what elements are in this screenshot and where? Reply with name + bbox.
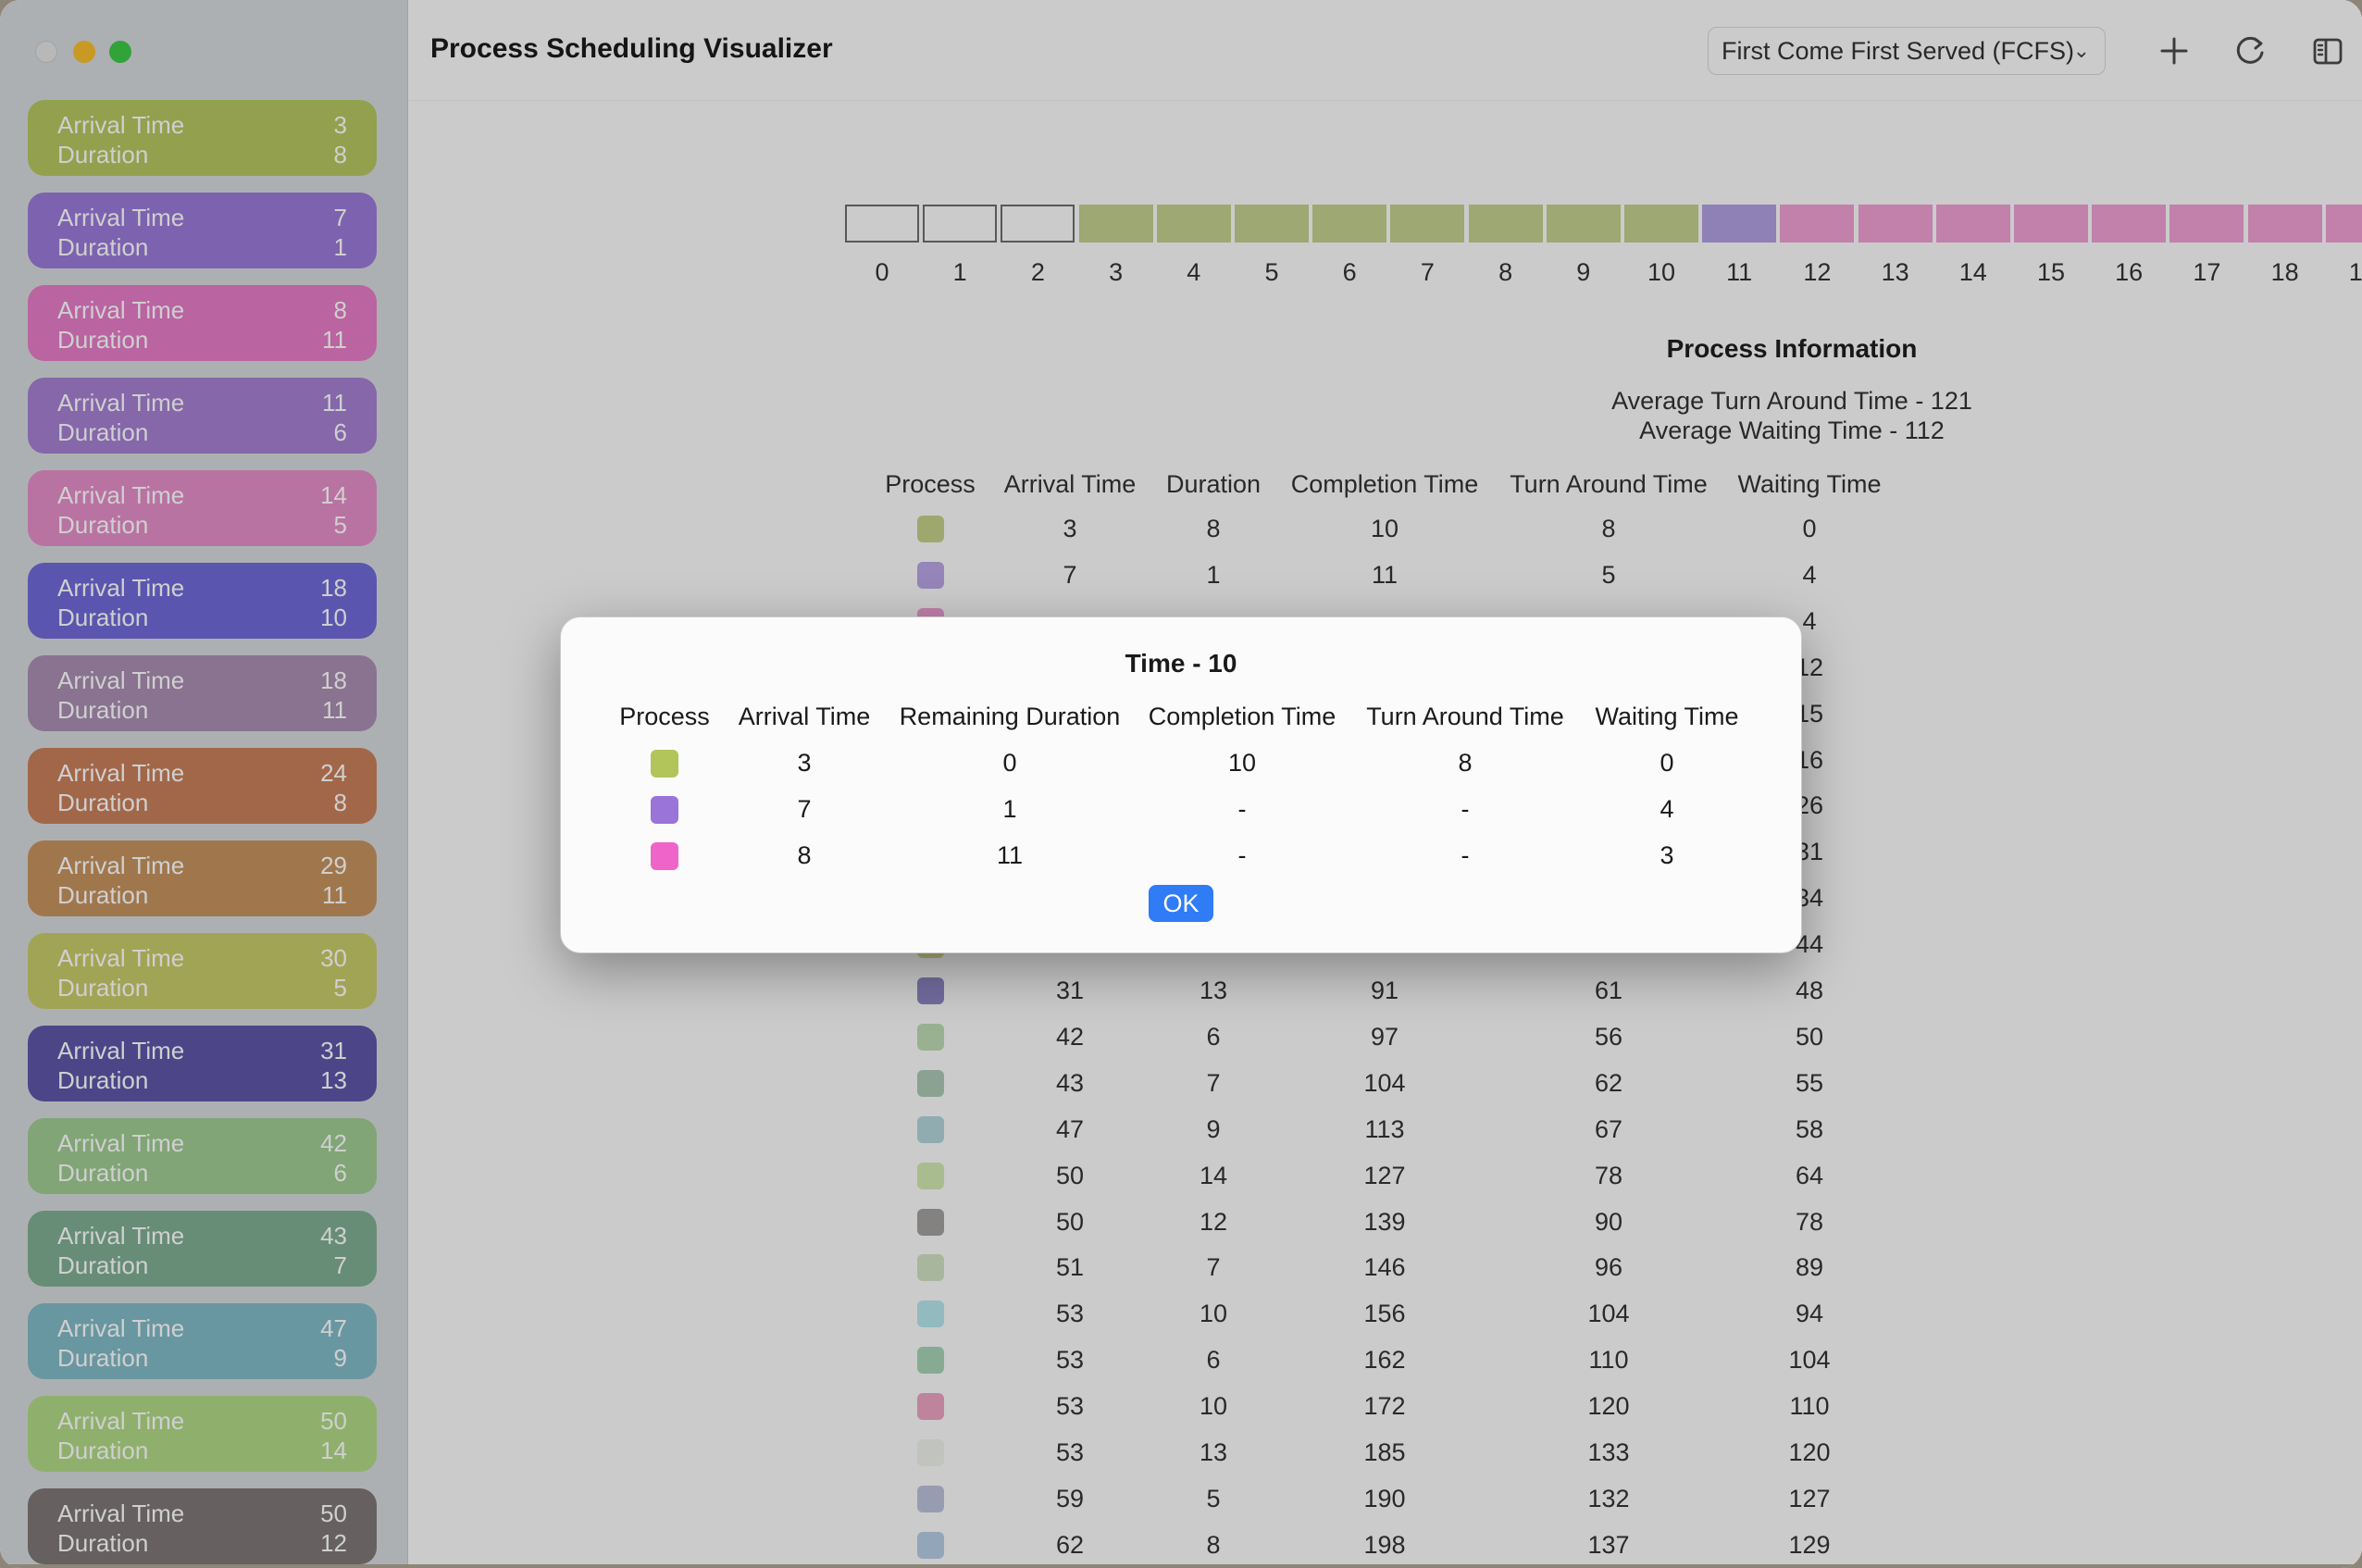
dialog-waiting-cell: 0	[1660, 749, 1674, 777]
dialog-completion-cell: 10	[1227, 749, 1257, 777]
dialog-waiting-cell: 4	[1660, 795, 1674, 823]
process-color-swatch	[651, 842, 678, 870]
dialog-turnaround-cell: 8	[1458, 749, 1473, 777]
process-color-swatch	[651, 750, 678, 778]
dialog-arrival-cell: 8	[797, 841, 812, 869]
dialog-remaining-cell: 1	[1002, 795, 1017, 823]
dialog-turnaround-cell: -	[1461, 795, 1470, 823]
dialog-turnaround-cell: -	[1461, 841, 1470, 869]
time-snapshot-dialog: Time - 10 Process Arrival Time Remaining D…	[560, 616, 1802, 953]
process-color-swatch	[651, 796, 678, 824]
dialog-arrival-cell: 3	[797, 749, 812, 777]
dialog-completion-cell: -	[1237, 795, 1247, 823]
dialog-waiting-cell: 3	[1660, 841, 1674, 869]
app-window: Arrival Time 3 Duration 8 Arrival Time 7 Durat…	[0, 0, 2362, 1568]
ok-button[interactable]: OK	[1149, 885, 1213, 922]
dialog-remaining-cell: 0	[1002, 749, 1017, 777]
dialog-remaining-cell: 11	[996, 841, 1024, 869]
dialog-completion-cell: -	[1237, 841, 1247, 869]
dialog-title: Time - 10	[1125, 649, 1237, 678]
dialog-table-header: Waiting Time	[1595, 703, 1739, 730]
desktop-edge	[0, 1564, 2362, 1568]
dialog-arrival-cell: 7	[797, 795, 812, 823]
